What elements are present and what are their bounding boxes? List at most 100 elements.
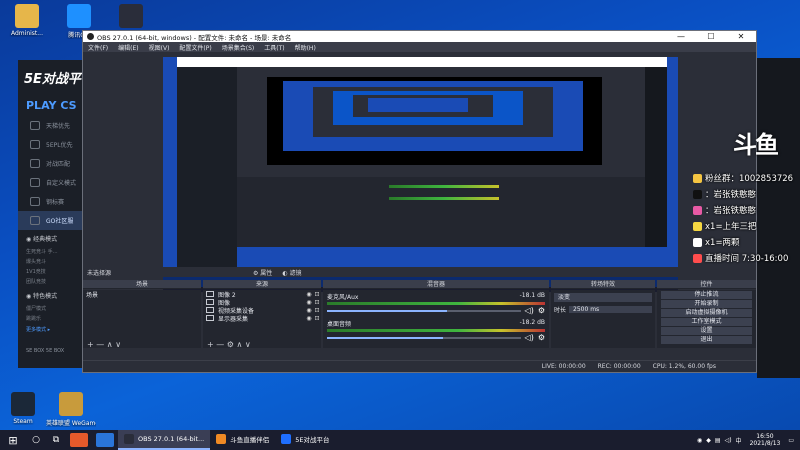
visibility-eye-icon[interactable]: ◉ — [305, 299, 313, 306]
fivee-nav-item[interactable]: 天梯优先 — [18, 116, 90, 135]
source-type-icon — [206, 315, 214, 321]
tray-volume-icon[interactable]: ◁) — [725, 437, 732, 444]
scene-item[interactable]: 场景 — [83, 290, 201, 299]
menu-item[interactable]: 配置文件(P) — [174, 43, 216, 52]
obs-preview[interactable] — [163, 57, 678, 292]
live-status: LIVE: 00:00:00 — [541, 363, 586, 370]
speaker-icon[interactable]: ◁) — [525, 306, 534, 315]
mixer-header: 混音器 — [323, 280, 549, 289]
lock-icon[interactable]: ⊡ — [313, 315, 321, 322]
desktop-app-icon — [119, 4, 143, 28]
taskbar-task[interactable]: OBS 27.0.1 (64-bit... — [118, 430, 211, 450]
obs-logo-icon — [87, 33, 94, 40]
taskbar-task[interactable]: 斗鱼直播伴侣 — [210, 430, 275, 450]
visibility-eye-icon[interactable]: ◉ — [305, 307, 313, 314]
taskbar: ⊞ ○ ⧉ OBS 27.0.1 (64-bit... 斗鱼直播伴侣 5E对战平台 … — [0, 430, 800, 450]
task-label: 5E对战平台 — [295, 436, 330, 444]
fivee-nav-item[interactable]: GO社区服 — [18, 211, 90, 230]
fivee-mode-item[interactable]: 团队竞技 — [18, 277, 90, 287]
fivee-nav-item[interactable]: 对战匹配 — [18, 154, 90, 173]
desktop-icon[interactable]: Steam — [0, 392, 48, 425]
tray-steam-icon[interactable]: ◉ — [697, 437, 702, 444]
tray-app-icon[interactable]: ◆ — [706, 437, 711, 444]
rec-status: REC: 00:00:00 — [597, 363, 641, 370]
tray-network-icon[interactable]: ▤ — [715, 437, 721, 444]
mixer-list: 麦克风/Aux -18.1 dB ◁) ⚙ 桌面音频 -18.2 dB ◁) ⚙ — [323, 290, 549, 348]
control-button[interactable]: 开始录制 — [661, 300, 752, 308]
control-button[interactable]: 启动虚拟摄像机 — [661, 309, 752, 317]
cpu-status: CPU: 1.2%, 60.00 fps — [652, 363, 716, 370]
overlay-text: x1=两颗 — [705, 238, 740, 248]
fivee-mode-item[interactable]: 1V1竞技 — [18, 267, 90, 277]
pinned-app-icon[interactable] — [70, 433, 88, 447]
fivee-more-modes[interactable]: 更多模式 ▸ — [18, 324, 90, 335]
speaker-icon[interactable]: ◁) — [525, 333, 534, 342]
visibility-eye-icon[interactable]: ◉ — [305, 291, 313, 298]
task-view-icon[interactable]: ⧉ — [46, 435, 66, 445]
maximize-button[interactable]: ☐ — [696, 32, 726, 41]
overlay-line: ：岩张铁憨憨 — [693, 204, 756, 216]
scenes-header: 场景 — [83, 280, 201, 289]
scene-add-icon[interactable]: + — ∧ ∨ — [87, 340, 121, 349]
overlay-icon — [693, 190, 702, 199]
menu-item[interactable]: 文件(F) — [83, 43, 113, 52]
control-button[interactable]: 设置 — [661, 327, 752, 335]
menu-item[interactable]: 场景集合(S) — [217, 43, 260, 52]
desktop-icon[interactable]: 英雄联盟 WeGame版 — [46, 392, 96, 427]
volume-slider-fill — [327, 336, 444, 339]
control-button[interactable]: 退出 — [661, 336, 752, 344]
transition-select[interactable]: 淡变 — [554, 293, 652, 302]
overlay-icon — [693, 254, 702, 263]
fivee-nav-item[interactable]: 自定义模式 — [18, 173, 90, 192]
lock-icon[interactable]: ⊡ — [313, 291, 321, 298]
fivee-mode-item[interactable]: 生死竞斗 手… — [18, 247, 90, 257]
sources-header: 来源 — [203, 280, 321, 289]
volume-slider-row: ◁) ⚙ — [327, 306, 545, 315]
source-type-icon — [206, 307, 214, 313]
mixer-gear-icon[interactable]: ⚙ — [538, 306, 545, 315]
close-button[interactable]: ✕ — [726, 32, 756, 41]
mixer-channel-header: 麦克风/Aux -18.1 dB — [327, 292, 545, 301]
source-type-icon — [206, 299, 214, 305]
menu-item[interactable]: 帮助(H) — [290, 43, 321, 52]
start-icon[interactable]: ⊞ — [0, 434, 26, 447]
search-icon[interactable]: ○ — [26, 435, 46, 445]
visibility-eye-icon[interactable]: ◉ — [305, 315, 313, 322]
clock[interactable]: 16:50 2021/8/13 — [746, 433, 785, 447]
fivee-nav-item[interactable]: 5EPL优先 — [18, 135, 90, 154]
volume-slider[interactable] — [327, 309, 521, 312]
lock-icon[interactable]: ⊡ — [313, 307, 321, 314]
transitions-header: 转场特效 — [551, 280, 655, 289]
taskbar-task[interactable]: 5E对战平台 — [275, 430, 335, 450]
overlay-text: ：岩张铁憨憨 — [705, 206, 757, 216]
fivee-mode-item[interactable]: 僵尸模式 — [18, 304, 90, 314]
fivee-mode-item[interactable]: 跳跳乐 — [18, 314, 90, 324]
menu-item[interactable]: 编辑(E) — [113, 43, 143, 52]
menu-item[interactable]: 工具(T) — [259, 43, 289, 52]
fivee-mode-item[interactable]: 爆头竞斗 — [18, 257, 90, 267]
overlay-text: 直播时间 7:30-16:00 — [705, 254, 789, 264]
source-add-icon[interactable]: + — ⚙ ∧ ∨ — [207, 340, 251, 349]
overlay-icon — [693, 238, 702, 247]
control-button[interactable]: 停止推流 — [661, 291, 752, 299]
mixer-gear-icon[interactable]: ⚙ — [538, 333, 545, 342]
minimize-button[interactable]: — — [666, 32, 696, 41]
control-button[interactable]: 工作室模式 — [661, 318, 752, 326]
duration-input[interactable]: 2500 ms — [569, 306, 652, 313]
ime-indicator[interactable]: 中 — [736, 436, 742, 445]
menu-item[interactable]: 视图(V) — [144, 43, 175, 52]
taskbar-tasks: OBS 27.0.1 (64-bit... 斗鱼直播伴侣 5E对战平台 — [118, 430, 335, 450]
properties-button[interactable]: ⚙ 属性 — [253, 268, 272, 277]
overlay-icon — [693, 206, 702, 215]
notification-icon[interactable]: ▭ — [788, 437, 794, 444]
source-toolbar: 未选择源 ⚙ 属性 ◐ 滤镜 — [83, 267, 756, 277]
source-row[interactable]: 显示器采集 ◉ ⊡ — [203, 314, 321, 323]
pinned-app-icon-2[interactable] — [96, 433, 114, 447]
filters-button[interactable]: ◐ 滤镜 — [282, 268, 301, 277]
fivee-nav-item[interactable]: 钢标赛 — [18, 192, 90, 211]
desktop-icon[interactable]: Administ... — [2, 4, 52, 37]
obs-window: OBS 27.0.1 (64-bit, windows) - 配置文件: 未命名… — [82, 30, 757, 373]
volume-slider[interactable] — [327, 336, 521, 339]
volume-slider-fill — [327, 309, 447, 312]
lock-icon[interactable]: ⊡ — [313, 299, 321, 306]
